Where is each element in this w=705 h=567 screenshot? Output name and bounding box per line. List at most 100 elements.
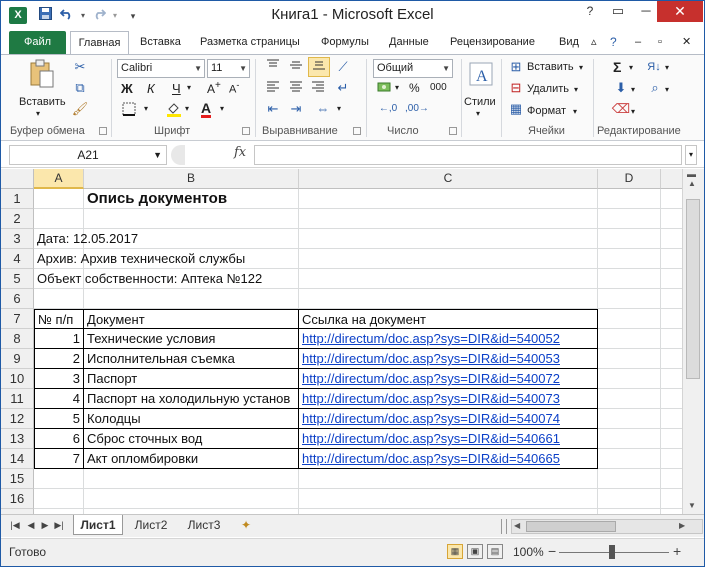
table-row-document[interactable]: Акт опломбировки <box>84 449 299 469</box>
copy-icon[interactable]: ⧉ <box>71 80 89 96</box>
cell[interactable] <box>661 269 682 289</box>
cut-icon[interactable]: ✂ <box>71 59 89 75</box>
table-row-link[interactable]: http://directum/doc.asp?sys=DIR&id=54007… <box>299 389 598 409</box>
cell[interactable] <box>598 489 661 509</box>
wrap-text-icon[interactable]: ↵ <box>333 80 353 96</box>
cell[interactable] <box>598 349 661 369</box>
increase-decimal-icon[interactable]: ←,0 <box>377 101 399 117</box>
scroll-down-icon[interactable]: ▼ <box>688 501 696 510</box>
first-sheet-icon[interactable]: |◀ <box>9 520 21 531</box>
ribbon-display-icon[interactable]: ▭ <box>604 1 632 22</box>
table-row-number[interactable]: 1 <box>34 329 84 349</box>
format-painter-icon[interactable]: 🖌 <box>71 101 89 117</box>
horizontal-scroll-thumb[interactable] <box>526 521 616 532</box>
tab-home[interactable]: Главная <box>70 31 129 55</box>
fill-dropdown-icon[interactable]: ▾ <box>631 85 635 94</box>
table-row-document[interactable]: Паспорт <box>84 369 299 389</box>
sort-filter-dropdown-icon[interactable]: ▾ <box>665 63 669 72</box>
borders-dropdown-icon[interactable]: ▾ <box>144 104 148 113</box>
table-row-link[interactable]: http://directum/doc.asp?sys=DIR&id=54007… <box>299 369 598 389</box>
table-row-number[interactable]: 5 <box>34 409 84 429</box>
alignment-launcher-icon[interactable] <box>353 127 361 135</box>
number-launcher-icon[interactable] <box>449 127 457 135</box>
zoom-in-button[interactable]: + <box>673 543 681 559</box>
decrease-indent-icon[interactable]: ⇤ <box>263 101 283 117</box>
clear-icon[interactable]: ⌫ <box>611 101 631 117</box>
column-header-a[interactable]: A <box>34 169 84 189</box>
column-header-d[interactable]: D <box>598 169 661 189</box>
cell[interactable] <box>598 189 661 209</box>
merge-dropdown-icon[interactable]: ▾ <box>337 104 341 113</box>
scroll-up-icon[interactable]: ▲ <box>688 179 696 188</box>
last-sheet-icon[interactable]: ▶| <box>53 520 65 531</box>
cell[interactable] <box>84 209 299 229</box>
cell[interactable] <box>661 369 682 389</box>
help-icon[interactable]: ? <box>576 1 604 22</box>
clipboard-launcher-icon[interactable] <box>99 127 107 135</box>
fill-color-icon[interactable] <box>165 101 183 121</box>
decrease-font-icon[interactable]: A- <box>229 80 239 96</box>
zoom-level[interactable]: 100% <box>513 545 544 559</box>
row-header-13[interactable]: 13 <box>1 429 34 449</box>
increase-indent-icon[interactable]: ⇥ <box>286 101 306 117</box>
table-row-link[interactable]: http://directum/doc.asp?sys=DIR&id=54066… <box>299 429 598 449</box>
merge-center-icon[interactable]: ⇔ <box>311 101 335 117</box>
collapse-ribbon-icon[interactable]: ▵ <box>591 31 597 54</box>
underline-dropdown-icon[interactable]: ▾ <box>187 83 191 92</box>
row-header-4[interactable]: 4 <box>1 249 34 269</box>
cell[interactable] <box>661 289 682 309</box>
cell[interactable] <box>661 449 682 469</box>
borders-icon[interactable] <box>119 102 139 120</box>
vertical-scroll-thumb[interactable] <box>686 199 700 379</box>
cell[interactable] <box>299 269 598 289</box>
cell[interactable] <box>34 209 84 229</box>
table-row-link[interactable]: http://directum/doc.asp?sys=DIR&id=54066… <box>299 449 598 469</box>
table-row-document[interactable]: Паспорт на холодильную установ <box>84 389 299 409</box>
font-launcher-icon[interactable] <box>242 127 250 135</box>
autosum-dropdown-icon[interactable]: ▾ <box>629 63 633 72</box>
thousands-separator-button[interactable]: 000 <box>430 82 447 93</box>
cell-object[interactable]: Объект собственности: Аптека №122 <box>34 269 294 289</box>
autosum-button[interactable]: Σ <box>613 59 621 75</box>
cell[interactable] <box>661 469 682 489</box>
row-header-7[interactable]: 7 <box>1 309 34 329</box>
table-row-document[interactable]: Исполнительная съемка <box>84 349 299 369</box>
table-row-number[interactable]: 2 <box>34 349 84 369</box>
delete-cells-dropdown-icon[interactable]: ▾ <box>574 85 578 94</box>
cell[interactable] <box>598 209 661 229</box>
cell[interactable] <box>661 189 682 209</box>
tab-page-layout[interactable]: Разметка страницы <box>200 31 300 54</box>
row-header-5[interactable]: 5 <box>1 269 34 289</box>
cell[interactable] <box>661 489 682 509</box>
tab-insert[interactable]: Вставка <box>140 31 181 54</box>
workbook-minimize-icon[interactable]: – <box>635 31 641 54</box>
horizontal-scrollbar[interactable]: ◀ ▶ <box>511 519 703 534</box>
page-break-view-icon[interactable]: ▤ <box>487 544 503 559</box>
underline-button[interactable]: Ч <box>172 81 181 96</box>
cell[interactable] <box>598 449 661 469</box>
column-header-b[interactable]: B <box>84 169 299 189</box>
select-all-corner[interactable] <box>1 169 34 189</box>
cell[interactable] <box>299 489 598 509</box>
row-header-3[interactable]: 3 <box>1 229 34 249</box>
row-header-1[interactable]: 1 <box>1 189 34 209</box>
column-header-e[interactable] <box>661 169 682 189</box>
align-left-icon[interactable] <box>263 80 283 96</box>
cell[interactable] <box>598 269 661 289</box>
expand-formula-bar-icon[interactable]: ▾ <box>685 145 697 165</box>
delete-cells-button[interactable]: Удалить <box>527 83 569 95</box>
format-cells-icon[interactable]: ▦ <box>507 101 525 117</box>
cell-title[interactable]: Опись документов <box>84 189 299 209</box>
column-header-c[interactable]: C <box>299 169 598 189</box>
row-header-10[interactable]: 10 <box>1 369 34 389</box>
tab-file[interactable]: Файл <box>9 31 66 54</box>
italic-button[interactable]: К <box>147 81 155 96</box>
increase-font-icon[interactable]: A+ <box>207 80 221 96</box>
row-header-9[interactable]: 9 <box>1 349 34 369</box>
cell[interactable] <box>299 209 598 229</box>
sheet-tab-1[interactable]: Лист1 <box>73 515 123 535</box>
styles-dropdown-icon[interactable]: ▾ <box>476 109 480 118</box>
percent-button[interactable]: % <box>409 81 420 95</box>
tab-view[interactable]: Вид <box>559 31 579 54</box>
cell[interactable] <box>661 329 682 349</box>
